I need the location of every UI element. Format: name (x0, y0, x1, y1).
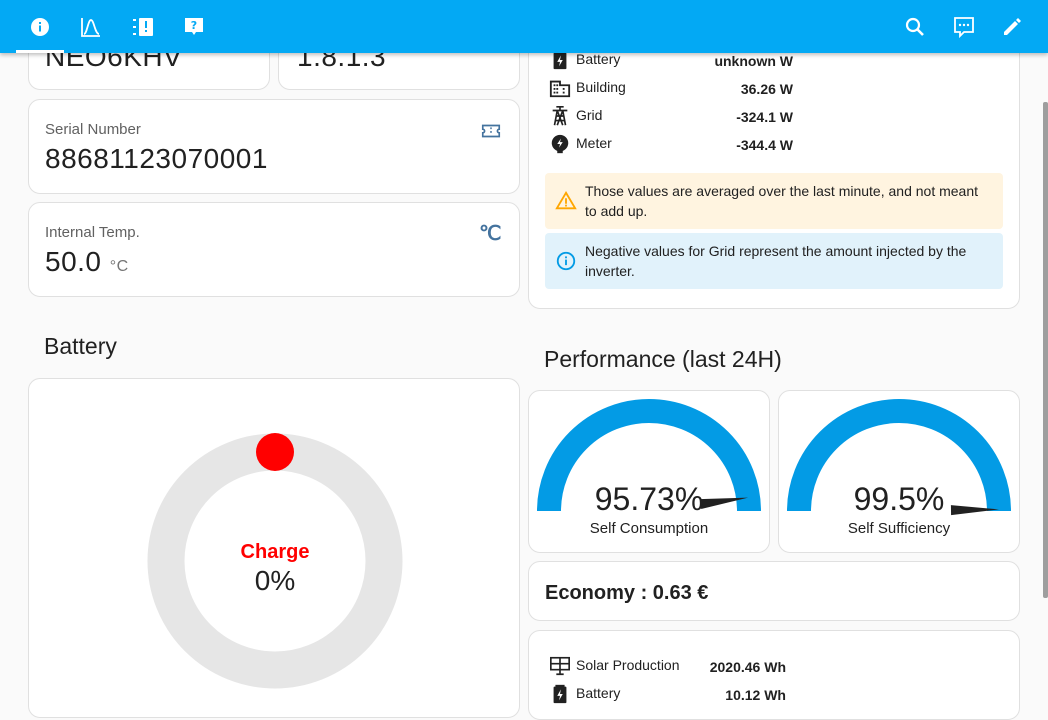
power-row-building: Building 36.26 W (549, 77, 799, 101)
power-value: -344.4 W (736, 137, 793, 153)
power-label: Battery (576, 51, 621, 67)
energy-value: 2020.46 Wh (709, 659, 786, 675)
pencil-icon[interactable] (988, 0, 1036, 53)
chart-bell-curve-icon[interactable] (67, 0, 115, 53)
meter-electric-icon (549, 133, 571, 155)
serial-number-card: Serial Number 88681123070001 (28, 99, 520, 194)
charge-label: Charge (240, 541, 310, 563)
ticket-icon (480, 120, 502, 142)
top-app-bar: ? (0, 0, 1048, 53)
serial-number-label: Serial Number (45, 121, 141, 138)
power-label: Grid (576, 107, 603, 123)
self-consumption-card: 95.73% Self Consumption (528, 390, 770, 553)
serial-number-value: 88681123070001 (45, 143, 268, 174)
energy-label: Solar Production (576, 657, 680, 673)
alert-list-icon[interactable] (119, 0, 167, 53)
charge-value: 0% (254, 565, 296, 596)
warning-text: Those values are averaged over the last … (585, 183, 979, 219)
info-outline-icon (555, 250, 577, 272)
energy-value: 10.12 Wh (725, 687, 786, 703)
self-sufficiency-label: Self Sufficiency (847, 520, 951, 537)
battery-section-title: Battery (44, 333, 117, 359)
svg-text:?: ? (191, 19, 197, 32)
economy-card: Economy : 0.63 € (528, 561, 1020, 621)
energy-label: Battery (576, 685, 621, 701)
self-sufficiency-value: 99.5% (853, 481, 945, 517)
power-value: -324.1 W (736, 109, 793, 125)
economy-label: Economy : (545, 582, 653, 604)
info-alert: Negative values for Grid represent the a… (545, 233, 1003, 289)
solar-panel-icon (549, 655, 571, 677)
internal-temp-label: Internal Temp. (45, 224, 140, 241)
alert-triangle-icon (555, 190, 577, 212)
page-scrollbar[interactable] (1043, 102, 1048, 598)
energy-row-battery: Battery 10.12 Wh (549, 683, 792, 707)
energy-row-solar: Solar Production 2020.46 Wh (549, 655, 792, 679)
power-label: Building (576, 79, 626, 95)
internal-temp-value-wrap: 50.0 °C (45, 246, 129, 278)
economy-value: 0.63 € (652, 582, 709, 604)
help-message-icon[interactable]: ? (170, 0, 218, 53)
battery-card: Charge 0% (28, 378, 520, 718)
info-icon[interactable] (16, 0, 64, 53)
search-icon[interactable] (891, 0, 939, 53)
power-value: 36.26 W (740, 81, 793, 97)
active-tab-indicator (16, 50, 64, 53)
self-consumption-label: Self Consumption (589, 520, 709, 537)
internal-temp-card: Internal Temp. 50.0 °C ℃ (28, 202, 520, 297)
self-sufficiency-card: 99.5% Self Sufficiency (778, 390, 1020, 553)
self-consumption-value: 95.73% (594, 481, 704, 517)
performance-section-title: Performance (last 24H) (544, 346, 782, 372)
internal-temp-value: 50.0 (45, 246, 102, 277)
info-text: Negative values for Grid represent the a… (585, 243, 967, 279)
office-building-icon (549, 77, 571, 99)
assist-message-icon[interactable] (940, 0, 988, 53)
power-value: unknown W (714, 53, 793, 69)
power-row-meter: Meter -344.4 W (549, 133, 799, 157)
power-label: Meter (576, 135, 612, 151)
economy-text: Economy : 0.63 € (545, 582, 708, 605)
transmission-tower-icon (549, 105, 571, 127)
warning-alert: Those values are averaged over the last … (545, 173, 1003, 229)
thermometer-celsius-icon: ℃ (479, 223, 502, 245)
charge-knob[interactable] (256, 433, 294, 471)
power-row-grid: Grid -324.1 W (549, 105, 799, 129)
internal-temp-unit: °C (109, 258, 129, 275)
